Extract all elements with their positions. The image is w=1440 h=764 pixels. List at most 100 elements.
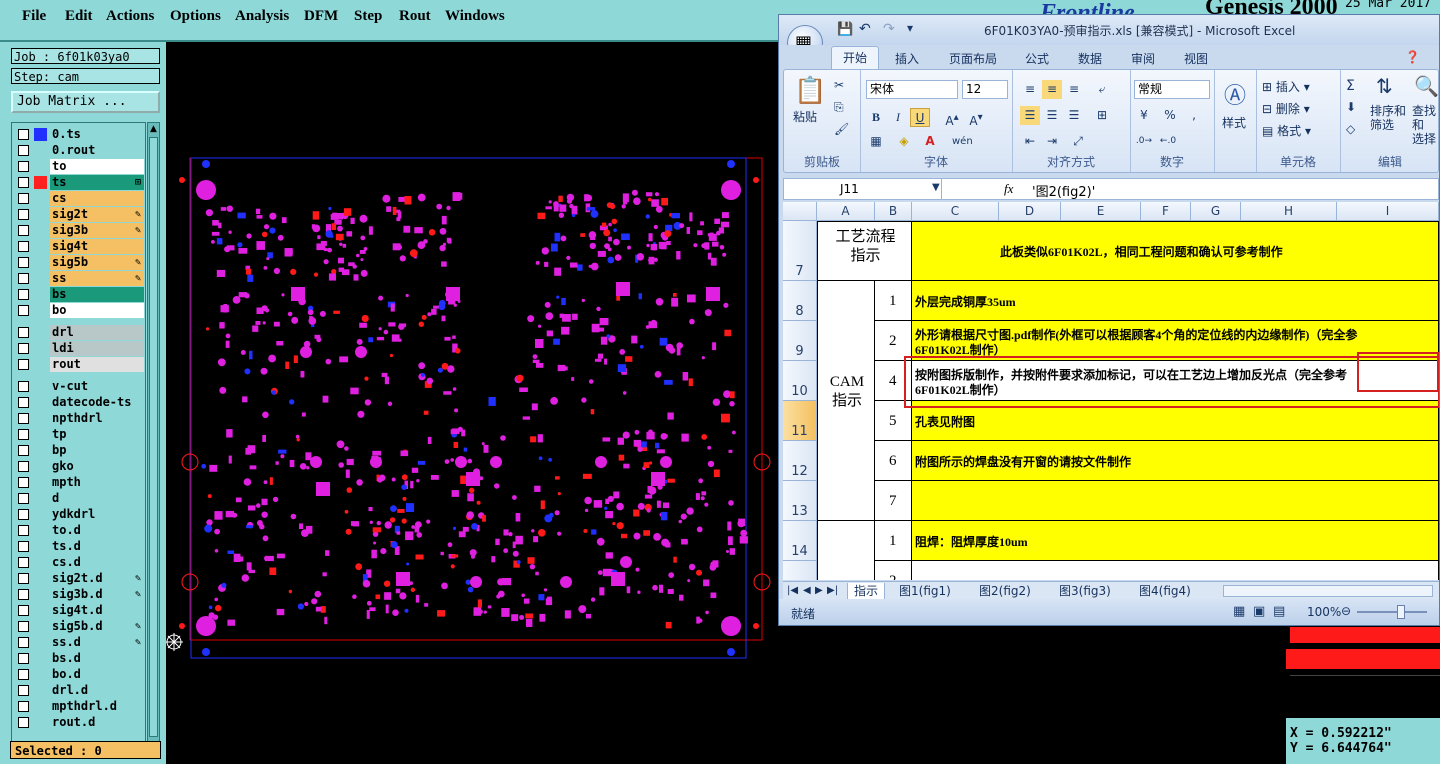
layer-name[interactable]: v-cut — [50, 379, 144, 394]
percent-button[interactable]: % — [1160, 106, 1180, 125]
menu-analysis[interactable]: Analysis — [235, 8, 289, 25]
menu-step[interactable]: Step — [354, 8, 382, 25]
borders-icon[interactable]: ▦ — [866, 132, 886, 151]
layer-color-swatch[interactable] — [34, 128, 47, 141]
layer-row-0-rout[interactable]: 0.rout — [14, 143, 144, 158]
layer-checkbox[interactable] — [18, 413, 29, 424]
layer-checkbox[interactable] — [18, 445, 29, 456]
tab-insert[interactable]: 插入 — [895, 50, 919, 67]
column-header-e[interactable]: E — [1061, 202, 1141, 221]
menu-edit[interactable]: Edit — [65, 8, 93, 25]
layer-name[interactable]: to — [50, 159, 144, 174]
layer-row-bs[interactable]: bs — [14, 287, 144, 302]
cell-c7[interactable]: 此板类似6F01K02L，相同工程问题和确认可参考制作 — [912, 221, 1439, 281]
zoom-slider[interactable] — [1357, 611, 1427, 613]
excel-titlebar[interactable]: 💾 ↶ ↷ ▾ 6F01K03YA0-预审指示.xls [兼容模式] - Mic… — [779, 15, 1439, 45]
column-header-i[interactable]: I — [1337, 202, 1439, 221]
layer-row-gko[interactable]: gko — [14, 459, 144, 474]
layer-name[interactable]: sig5b.d ✎ — [50, 619, 144, 634]
sheet-tab-fig4[interactable]: 图4(fig4) — [1139, 583, 1191, 599]
tab-view[interactable]: 视图 — [1184, 50, 1208, 67]
row-header-15[interactable]: 15 — [783, 561, 817, 580]
layer-row-mpthdrl-d[interactable]: mpthdrl.d — [14, 699, 144, 714]
decrease-decimal-icon[interactable]: ←.0 — [1158, 132, 1178, 151]
layer-checkbox[interactable] — [18, 541, 29, 552]
cell-c13[interactable] — [912, 481, 1439, 521]
layer-checkbox[interactable] — [18, 129, 29, 140]
layer-name[interactable]: rout.d — [50, 715, 144, 730]
layer-checkbox[interactable] — [18, 241, 29, 252]
number-format-select[interactable]: 常规 — [1134, 80, 1210, 99]
page-layout-view-icon[interactable]: ▣ — [1253, 604, 1265, 619]
font-size-select[interactable]: 12 — [962, 80, 1008, 99]
layer-name[interactable]: sig4t.d — [50, 603, 144, 618]
sheet-tab-fig2[interactable]: 图2(fig2) — [979, 583, 1031, 599]
job-matrix-button[interactable]: Job Matrix ... — [11, 91, 160, 113]
help-icon[interactable]: ❓ — [1405, 50, 1420, 64]
save-icon[interactable]: 💾 — [837, 22, 853, 37]
cell-b15[interactable]: 2 — [875, 561, 912, 580]
layer-row-bo[interactable]: bo — [14, 303, 144, 318]
scroll-thumb[interactable] — [149, 137, 158, 737]
layer-name[interactable]: gko — [50, 459, 144, 474]
layer-name[interactable]: sig2t.d ✎ — [50, 571, 144, 586]
layer-name[interactable]: ts.d — [50, 539, 144, 554]
grow-font-icon[interactable]: A▴ — [942, 108, 962, 128]
layer-row-sig2t[interactable]: sig2t ✎ — [14, 207, 144, 222]
layer-name[interactable]: d — [50, 491, 144, 506]
sheet-tab-fig3[interactable]: 图3(fig3) — [1059, 583, 1111, 599]
layer-checkbox[interactable] — [18, 637, 29, 648]
layer-checkbox[interactable] — [18, 717, 29, 728]
layer-row-v-cut[interactable]: v-cut — [14, 379, 144, 394]
align-left-icon[interactable]: ☰ — [1020, 106, 1040, 125]
layer-name[interactable]: bo — [50, 303, 144, 318]
layer-checkbox[interactable] — [18, 397, 29, 408]
layer-name[interactable]: npthdrl — [50, 411, 144, 426]
layer-name[interactable]: rout — [50, 357, 144, 372]
layer-row-d[interactable]: d — [14, 491, 144, 506]
scroll-up-icon[interactable]: ▲ — [148, 123, 159, 135]
zoom-slider-thumb[interactable] — [1397, 605, 1405, 619]
layer-name[interactable]: 0.rout — [50, 143, 144, 158]
column-header-g[interactable]: G — [1191, 202, 1241, 221]
layer-row-bo-d[interactable]: bo.d — [14, 667, 144, 682]
layer-checkbox[interactable] — [18, 429, 29, 440]
layer-checkbox[interactable] — [18, 193, 29, 204]
layer-row-sig3b[interactable]: sig3b ✎ — [14, 223, 144, 238]
horizontal-scrollbar[interactable] — [1223, 585, 1433, 597]
column-header-h[interactable]: H — [1241, 202, 1337, 221]
layer-checkbox[interactable] — [18, 653, 29, 664]
layer-row-sig4t-d[interactable]: sig4t.d — [14, 603, 144, 618]
layer-name[interactable]: to.d — [50, 523, 144, 538]
layer-row-0-ts[interactable]: 0.ts — [14, 127, 144, 142]
cell-b14[interactable]: 1 — [875, 521, 912, 561]
styles-button[interactable]: 样式 — [1222, 114, 1246, 131]
layer-row-datecode-ts[interactable]: datecode-ts — [14, 395, 144, 410]
align-center-icon[interactable]: ☰ — [1042, 106, 1062, 125]
merge-center-icon[interactable]: ⊞ — [1092, 106, 1112, 125]
insert-cells-button[interactable]: ⊞ 插入 ▾ — [1262, 78, 1310, 95]
fill-icon[interactable]: ⬇ — [1346, 100, 1356, 114]
layer-name[interactable]: cs — [50, 191, 144, 206]
font-color-icon[interactable]: A — [920, 132, 940, 151]
find-select-button[interactable]: 查找和 选择 — [1412, 104, 1439, 146]
copy-icon[interactable]: ⎘ — [834, 100, 844, 115]
clear-icon[interactable]: ◇ — [1346, 122, 1355, 136]
layer-checkbox[interactable] — [18, 557, 29, 568]
layer-checkbox[interactable] — [18, 461, 29, 472]
layer-checkbox[interactable] — [18, 305, 29, 316]
namebox-dropdown-icon[interactable]: ▼ — [932, 182, 940, 193]
cell-c15[interactable] — [912, 561, 1439, 580]
layer-row-cs-d[interactable]: cs.d — [14, 555, 144, 570]
currency-icon[interactable]: ¥ — [1134, 106, 1154, 125]
paste-icon[interactable]: 📋 — [794, 76, 826, 106]
layer-row-ydkdrl[interactable]: ydkdrl — [14, 507, 144, 522]
sort-filter-button[interactable]: 排序和 筛选 — [1370, 104, 1410, 132]
menu-rout[interactable]: Rout — [399, 8, 431, 25]
cell-b8[interactable]: 1 — [875, 281, 912, 321]
layer-name[interactable]: bs.d — [50, 651, 144, 666]
paste-button[interactable]: 粘贴 — [793, 108, 817, 125]
delete-cells-button[interactable]: ⊟ 删除 ▾ — [1262, 100, 1310, 117]
layer-row-sig5b[interactable]: sig5b ✎ — [14, 255, 144, 270]
sheet-tab-active[interactable]: 指示 — [847, 583, 886, 600]
